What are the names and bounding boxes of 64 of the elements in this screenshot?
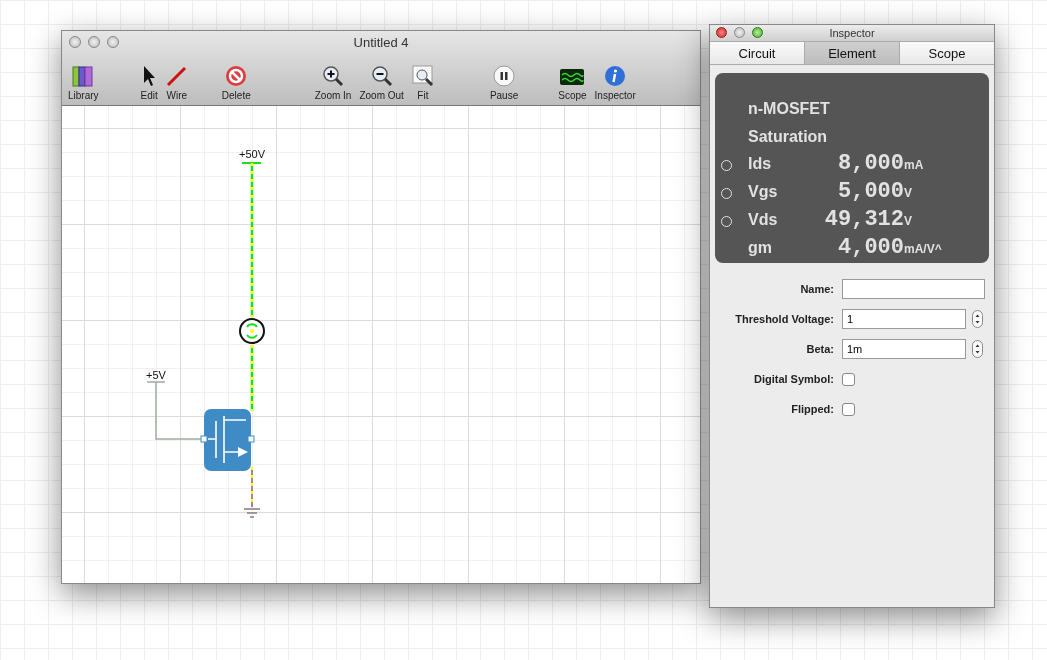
pause-icon [493,65,516,87]
minimize-button[interactable] [88,36,100,48]
reading-name: Vgs [748,183,779,201]
reading-value: 5,000 [837,179,904,204]
pen-icon [165,65,188,87]
toolbar-button[interactable]: Edit [138,61,160,101]
zoom-button[interactable] [752,27,763,38]
zoom-button[interactable] [107,36,119,48]
books-icon [71,65,96,87]
stepper-control[interactable] [972,310,983,328]
voltage-label: +50V [239,148,265,160]
field-label: Digital Symbol: [752,373,834,385]
reading-value: 8,000 [837,151,904,176]
toolbar-button[interactable]: Library [66,61,101,101]
reading-unit: V [904,214,912,228]
input-field[interactable]: 1 [842,309,966,329]
tab[interactable]: Circuit [710,42,805,64]
current-source-drawing [239,318,265,344]
input-field[interactable] [842,279,985,299]
toolbar-button[interactable]: Zoom In [312,61,354,101]
tab[interactable]: Scope [900,42,994,64]
zoom-out-icon [370,65,393,87]
minimize-button[interactable] [734,27,745,38]
toolbar-button[interactable]: Scope [556,61,589,101]
voltage-label: +5V [146,369,166,381]
close-button[interactable] [69,36,81,48]
toolbar-button[interactable]: Fit [409,61,436,101]
field-label: Name: [799,283,834,295]
stepper-control[interactable] [972,340,983,358]
reading-unit: mA [904,158,924,172]
reading-name: Ids [748,155,773,173]
checkbox[interactable] [842,402,855,416]
mosfet-drawing [200,409,255,471]
zoom-in-icon [322,65,345,87]
field-label: Threshold Voltage: [734,313,834,325]
wire [250,345,254,411]
ground-symbol [243,508,261,518]
window-title: Untitled 4 [353,34,409,50]
toolbar-button[interactable]: Pause [487,61,521,101]
reading-unit: V [904,186,912,200]
reading-value: 49,312 [823,207,904,232]
oscilloscope-icon [559,67,586,87]
toolbar-button[interactable]: Inspector [592,61,638,101]
delete-icon [225,65,248,87]
checkbox[interactable] [842,372,855,386]
toolbar-button[interactable]: Zoom Out [357,61,406,101]
reading-name: gm [748,239,773,257]
info-icon [604,65,627,87]
reading-value: 4,000 [837,235,904,260]
field-label: Beta: [805,343,834,355]
wire [251,466,253,508]
pointer-icon [141,65,158,87]
reading-name: Vds [748,211,779,229]
toolbar-button[interactable]: Delete [219,61,253,101]
close-button[interactable] [716,27,727,38]
tab[interactable]: Element [805,42,900,64]
fit-icon [411,65,434,87]
window-title: Inspector [829,27,875,39]
input-field[interactable]: 1m [842,339,966,359]
operating-state: Saturation [748,127,828,147]
element-name: n-MOSFET [748,99,830,119]
toolbar-button[interactable]: Wire [163,61,190,101]
reading-unit: mA/V^ [904,242,942,256]
field-label: Flipped: [790,403,834,415]
